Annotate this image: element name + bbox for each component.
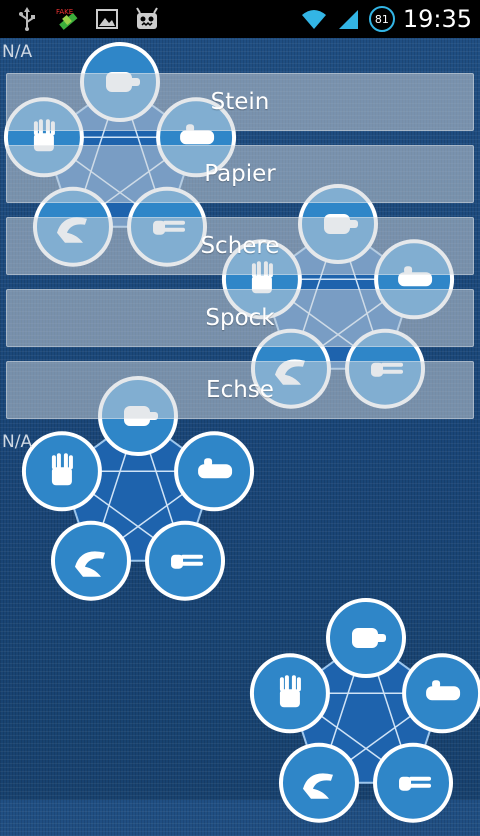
echse-button[interactable]: Echse (6, 361, 474, 419)
status-bar: FAKE 81 19:35 (0, 0, 480, 38)
stein-button[interactable]: Stein (6, 73, 474, 131)
hand-circle (278, 742, 359, 823)
spock-button[interactable]: Spock (6, 289, 474, 347)
android-icon (134, 6, 160, 32)
svg-text:FAKE: FAKE (56, 8, 73, 16)
system-icons: 81 19:35 (301, 0, 472, 38)
clock: 19:35 (402, 5, 472, 33)
satellite-fake-gps-icon: FAKE (54, 6, 80, 32)
notification-icons: FAKE (14, 6, 160, 32)
result-label-bottom: N/A (2, 432, 33, 452)
usb-icon (14, 6, 40, 32)
hand-circle (50, 520, 131, 601)
rpsls-diagram (249, 598, 480, 823)
papier-button[interactable]: Papier (6, 145, 474, 203)
wifi-icon (301, 6, 327, 32)
signal-icon (335, 6, 361, 32)
battery-level: 81 (374, 12, 389, 26)
schere-button[interactable]: Schere (6, 217, 474, 275)
hand-circle (145, 520, 226, 601)
image-icon (94, 6, 120, 32)
hand-circle (373, 742, 454, 823)
result-label-top: N/A (2, 42, 33, 62)
battery-icon: 81 (368, 6, 395, 32)
